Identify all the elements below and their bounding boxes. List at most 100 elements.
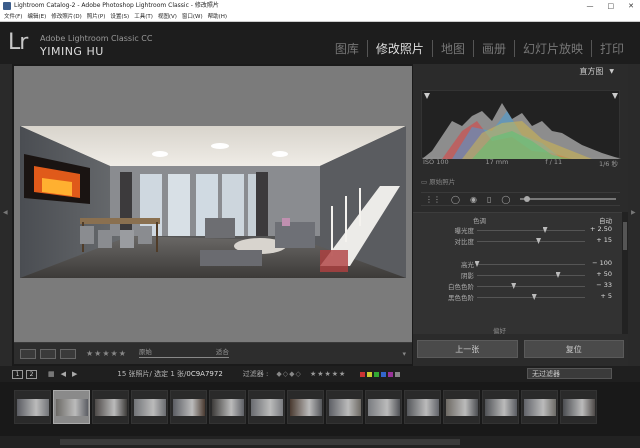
photo-preview-area[interactable] bbox=[14, 66, 412, 342]
auto-tone-button[interactable]: 自动 bbox=[599, 215, 612, 225]
color-label-5[interactable] bbox=[395, 371, 401, 377]
zoom-slider[interactable]: 原始 适合 bbox=[138, 347, 229, 361]
filmstrip-thumbnail[interactable] bbox=[326, 390, 363, 424]
module-map[interactable]: 地图 bbox=[431, 40, 473, 57]
filmstrip[interactable] bbox=[0, 382, 640, 436]
previous-button[interactable]: 上一张 bbox=[417, 340, 518, 358]
color-label-filters[interactable] bbox=[360, 371, 401, 377]
panel-scrollbar[interactable] bbox=[622, 212, 628, 334]
left-panel-collapsed[interactable]: ◀ bbox=[0, 64, 12, 366]
whites-track[interactable] bbox=[477, 286, 585, 287]
spot-removal-icon[interactable]: ◯ bbox=[451, 195, 460, 204]
filmstrip-thumbnail[interactable] bbox=[209, 390, 246, 424]
filmstrip-thumbnail[interactable] bbox=[287, 390, 324, 424]
contrast-value[interactable]: + 15 bbox=[596, 236, 612, 244]
filmstrip-thumbnail[interactable] bbox=[53, 390, 90, 424]
brush-slider-knob[interactable] bbox=[524, 196, 531, 202]
close-button[interactable]: ✕ bbox=[628, 0, 634, 12]
color-label-0[interactable] bbox=[360, 371, 366, 377]
module-print[interactable]: 打印 bbox=[590, 40, 632, 57]
histogram-header[interactable]: 直方图 ▼ bbox=[413, 64, 628, 78]
filmstrip-thumbnail[interactable] bbox=[443, 390, 480, 424]
flag-filter-icons[interactable]: ◆◇◆◇ bbox=[276, 370, 302, 378]
exposure-track[interactable] bbox=[477, 230, 585, 231]
filmstrip-thumbnail[interactable] bbox=[14, 390, 51, 424]
whites-value[interactable]: − 33 bbox=[596, 281, 612, 289]
filmstrip-scrollbar-thumb[interactable] bbox=[60, 439, 460, 445]
menu-settings[interactable]: 设置(S) bbox=[110, 12, 129, 21]
before-after-button[interactable] bbox=[40, 348, 56, 359]
filmstrip-thumbnail[interactable] bbox=[92, 390, 129, 424]
right-panel-edge[interactable]: ▶ bbox=[628, 64, 640, 366]
reset-button[interactable]: 复位 bbox=[523, 340, 624, 358]
collapse-triangle-icon[interactable]: ▼ bbox=[609, 68, 614, 75]
whites-slider-row[interactable]: 白色色阶 − 33 bbox=[413, 281, 622, 291]
primary-display-button[interactable]: 1 bbox=[12, 369, 23, 379]
color-label-3[interactable] bbox=[381, 371, 387, 377]
rating-filter-stars[interactable]: ★★★★★ bbox=[310, 370, 346, 378]
grid-view-icon[interactable]: ▦ bbox=[48, 370, 55, 378]
filmstrip-thumbnail[interactable] bbox=[131, 390, 168, 424]
filmstrip-thumbnail[interactable] bbox=[170, 390, 207, 424]
color-label-2[interactable] bbox=[374, 371, 380, 377]
color-label-4[interactable] bbox=[388, 371, 394, 377]
exposure-slider-row[interactable]: 曝光度 + 2.50 bbox=[413, 225, 622, 235]
rating-stars[interactable]: ★★★★★ bbox=[86, 349, 127, 358]
thumbnail-image bbox=[368, 399, 400, 416]
filmstrip-thumbnail[interactable] bbox=[482, 390, 519, 424]
shadows-value[interactable]: + 50 bbox=[596, 270, 612, 278]
toolbar-menu-icon[interactable]: ▾ bbox=[402, 350, 406, 358]
red-eye-icon[interactable]: ◉ bbox=[470, 195, 477, 204]
graduated-filter-icon[interactable]: ▯ bbox=[487, 195, 491, 204]
blacks-value[interactable]: + 5 bbox=[600, 292, 612, 300]
menu-help[interactable]: 帮助(H) bbox=[208, 12, 227, 21]
menu-develop[interactable]: 修改照片(D) bbox=[51, 12, 82, 21]
highlights-track[interactable] bbox=[477, 264, 585, 265]
minimize-button[interactable]: — bbox=[587, 0, 594, 12]
menu-photo[interactable]: 照片(P) bbox=[87, 12, 106, 21]
module-develop[interactable]: 修改照片 bbox=[366, 40, 432, 57]
zoom-slider-track[interactable] bbox=[138, 356, 229, 358]
presence-header: 偏好 bbox=[493, 327, 506, 335]
color-label-1[interactable] bbox=[367, 371, 373, 377]
blacks-track[interactable] bbox=[477, 297, 585, 298]
filmstrip-thumbnail[interactable] bbox=[560, 390, 597, 424]
highlights-value[interactable]: − 100 bbox=[592, 259, 612, 267]
collapse-right-panel-icon[interactable]: ▶ bbox=[631, 209, 636, 216]
back-arrow-icon[interactable]: ◀ bbox=[61, 370, 66, 378]
shadows-track[interactable] bbox=[477, 275, 585, 276]
blacks-slider-row[interactable]: 黑色色阶 + 5 bbox=[413, 292, 622, 302]
photo-preview-image[interactable] bbox=[20, 126, 406, 278]
exposure-value[interactable]: + 2.50 bbox=[590, 225, 612, 233]
module-slideshow[interactable]: 幻灯片放映 bbox=[513, 40, 591, 57]
forward-arrow-icon[interactable]: ▶ bbox=[72, 370, 77, 378]
histogram-graph[interactable] bbox=[421, 90, 621, 159]
module-library[interactable]: 图库 bbox=[327, 40, 367, 57]
menu-file[interactable]: 文件(F) bbox=[4, 12, 22, 21]
filmstrip-scrollbar[interactable] bbox=[0, 436, 640, 448]
loupe-view-button[interactable] bbox=[20, 348, 36, 359]
maximize-button[interactable]: □ bbox=[608, 0, 615, 12]
filmstrip-thumbnail[interactable] bbox=[521, 390, 558, 424]
filmstrip-thumbnail[interactable] bbox=[404, 390, 441, 424]
highlights-slider-row[interactable]: 高光 − 100 bbox=[413, 259, 622, 269]
menu-tools[interactable]: 工具(T) bbox=[134, 12, 153, 21]
menu-view[interactable]: 视图(V) bbox=[158, 12, 177, 21]
menu-edit[interactable]: 编辑(E) bbox=[27, 12, 46, 21]
crop-tool-icon[interactable]: ⋮⋮ bbox=[425, 195, 441, 204]
contrast-slider-row[interactable]: 对比度 + 15 bbox=[413, 236, 622, 246]
filmstrip-thumbnail[interactable] bbox=[365, 390, 402, 424]
secondary-display-button[interactable]: 2 bbox=[26, 369, 37, 379]
menu-window[interactable]: 窗口(W) bbox=[182, 12, 203, 21]
shadows-slider-row[interactable]: 阴影 + 50 bbox=[413, 270, 622, 280]
radial-filter-icon[interactable]: ◯ bbox=[501, 195, 510, 204]
filmstrip-thumbnail[interactable] bbox=[248, 390, 285, 424]
filter-preset-select[interactable]: 无过滤器 bbox=[527, 368, 612, 379]
brush-size-slider[interactable] bbox=[520, 196, 616, 202]
contrast-track[interactable] bbox=[477, 241, 585, 242]
module-book[interactable]: 画册 bbox=[472, 40, 514, 57]
compare-view-button[interactable] bbox=[60, 348, 76, 359]
panel-scrollbar-thumb[interactable] bbox=[623, 222, 627, 250]
expand-left-panel-icon[interactable]: ◀ bbox=[3, 209, 8, 216]
checkbox-icon[interactable]: ▭ bbox=[421, 178, 427, 186]
